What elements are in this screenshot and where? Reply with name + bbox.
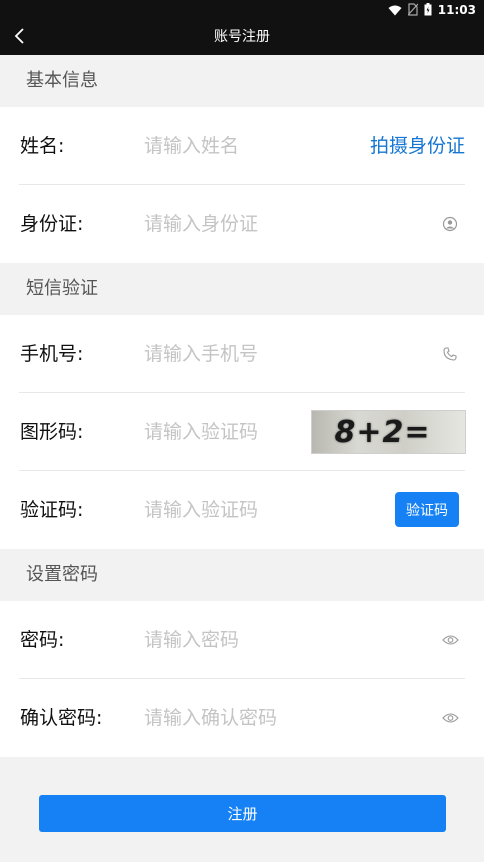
section-header-basic-info: 基本信息 — [0, 55, 484, 107]
status-time: 11:03 — [437, 3, 476, 17]
eye-icon[interactable] — [440, 630, 460, 650]
section-header-password: 设置密码 — [0, 549, 484, 601]
status-bar: 11:03 — [0, 0, 484, 20]
sms-code-row: 验证码: 验证码 — [0, 471, 484, 549]
id-card-row: 身份证: — [0, 185, 484, 263]
password-label: 密码: — [20, 629, 65, 651]
nav-bar: 账号注册 — [0, 20, 484, 55]
phone-row: 手机号: — [0, 315, 484, 393]
captcha-row: 图形码: 8+2= — [0, 393, 484, 471]
password-input[interactable] — [144, 625, 344, 655]
wifi-icon — [388, 1, 402, 20]
confirm-password-row: 确认密码: — [0, 679, 484, 757]
no-sim-icon — [407, 1, 419, 20]
scan-id-card-link[interactable]: 拍摄身份证 — [370, 107, 465, 185]
send-sms-code-button[interactable]: 验证码 — [395, 492, 459, 527]
name-label: 姓名: — [20, 135, 65, 157]
name-row: 姓名: 拍摄身份证 — [0, 107, 484, 185]
confirm-password-input[interactable] — [144, 703, 344, 733]
captcha-input[interactable] — [144, 417, 294, 447]
id-card-label: 身份证: — [20, 213, 84, 235]
page-title: 账号注册 — [214, 29, 270, 45]
captcha-text: 8+2= — [334, 414, 431, 450]
eye-icon[interactable] — [440, 708, 460, 728]
name-input[interactable] — [144, 131, 344, 161]
section-header-sms: 短信验证 — [0, 263, 484, 315]
confirm-password-label: 确认密码: — [20, 707, 103, 729]
password-row: 密码: — [0, 601, 484, 679]
phone-label: 手机号: — [20, 343, 84, 365]
battery-icon — [424, 1, 432, 20]
id-card-input[interactable] — [144, 209, 344, 239]
captcha-image[interactable]: 8+2= — [311, 410, 466, 454]
user-circle-icon — [440, 214, 460, 234]
sms-code-label: 验证码: — [20, 499, 84, 521]
status-icons: 11:03 — [388, 2, 476, 18]
sms-code-input[interactable] — [144, 495, 344, 525]
phone-input[interactable] — [144, 339, 344, 369]
register-button[interactable]: 注册 — [39, 795, 446, 832]
phone-icon — [440, 344, 460, 364]
captcha-label: 图形码: — [20, 421, 84, 443]
